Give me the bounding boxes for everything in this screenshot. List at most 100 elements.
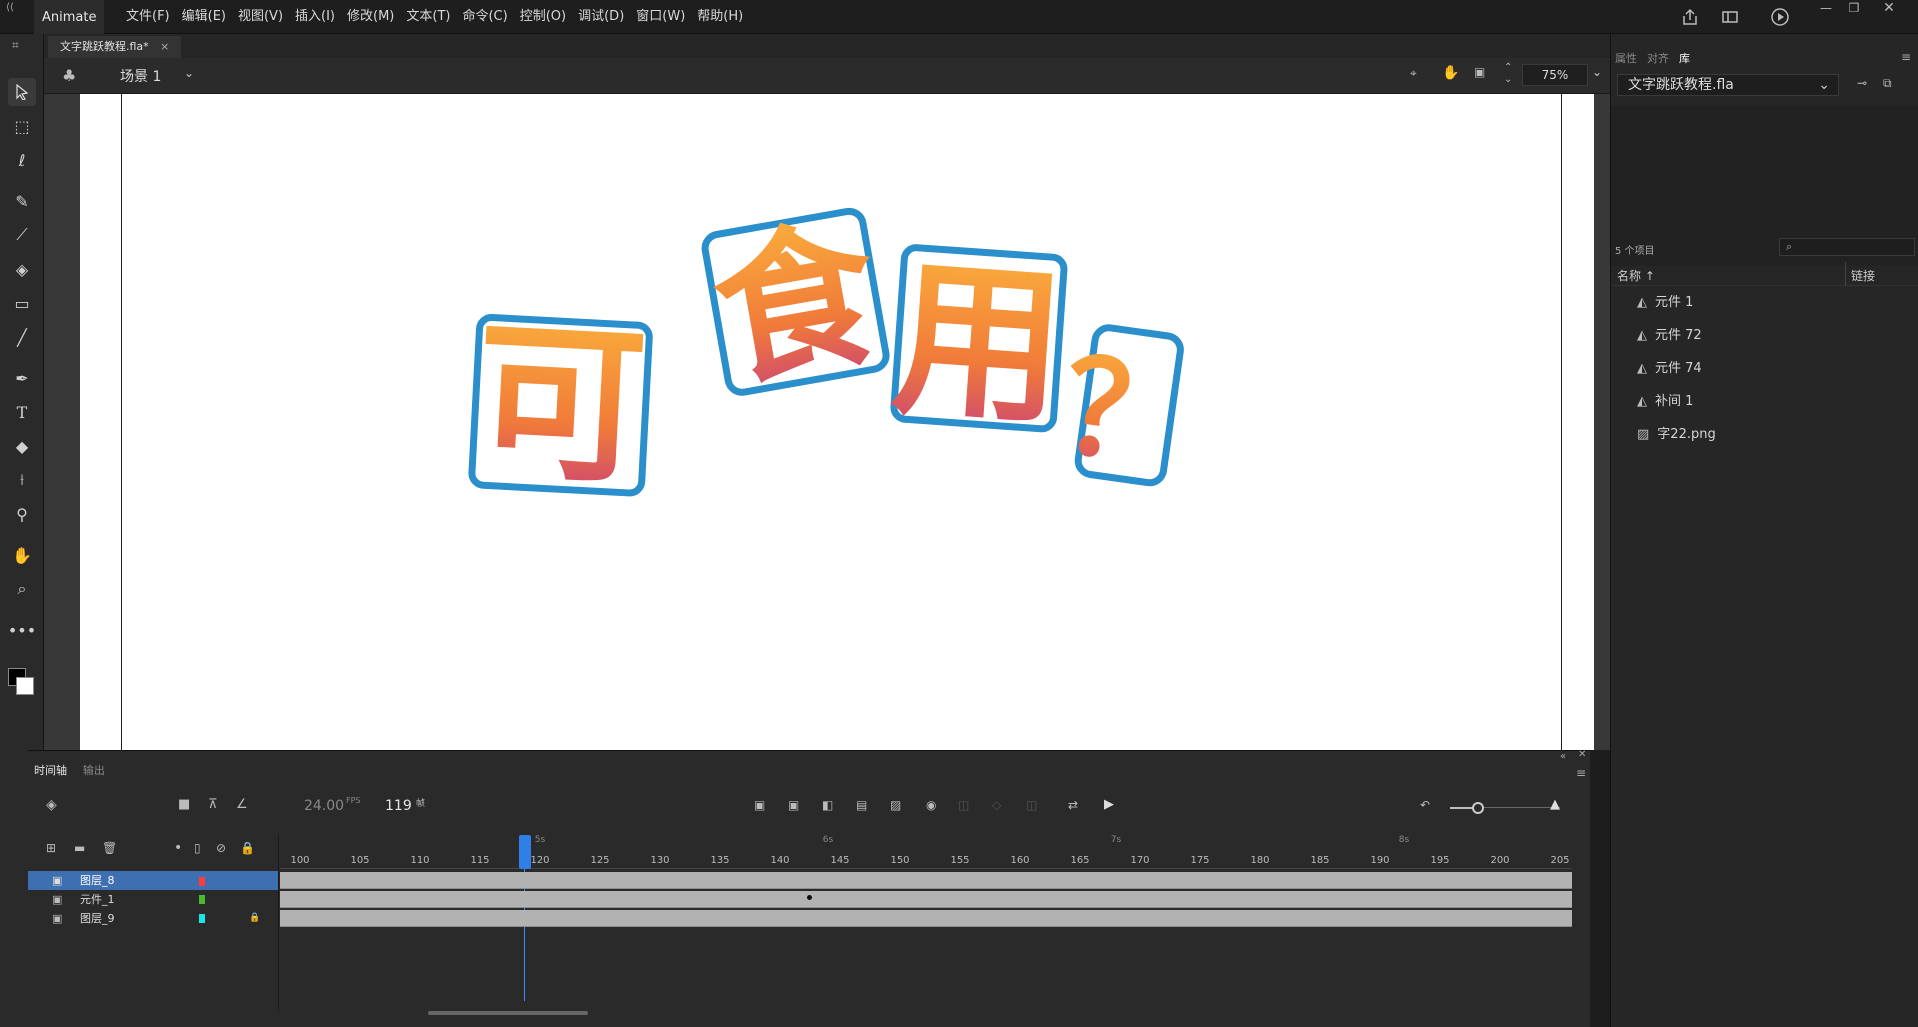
onion-skin-icon[interactable]: ◉: [926, 798, 936, 812]
visibility-icon[interactable]: ⊘: [216, 841, 226, 855]
pin-tool-icon[interactable]: ⚲: [8, 500, 36, 528]
snap-icon[interactable]: ⌖: [1410, 66, 1417, 81]
frames-row[interactable]: [280, 872, 1572, 889]
eraser-tool-icon[interactable]: ◈: [8, 255, 36, 283]
zoom-dropdown-icon[interactable]: ⌄: [1592, 65, 1602, 79]
library-item[interactable]: ◭ 元件 1: [1637, 288, 1693, 318]
camera-icon[interactable]: ■: [178, 797, 190, 812]
char-yong[interactable]: 用: [887, 240, 1070, 449]
menu-window[interactable]: 窗口(W): [630, 0, 691, 34]
close-panel-icon[interactable]: ✕: [1578, 749, 1586, 760]
library-file-select[interactable]: 文字跳跃教程.fla ⌄: [1617, 74, 1839, 96]
zoom-field[interactable]: 75%: [1522, 64, 1588, 86]
frame-ruler[interactable]: 100 105 110 115 120 125 130 135 140 145 …: [280, 835, 1572, 869]
insert-frame-icon[interactable]: ◧: [822, 798, 833, 812]
blank-keyframe-icon[interactable]: ▣: [788, 798, 799, 812]
menu-debug[interactable]: 调试(D): [572, 0, 630, 34]
layer-color-swatch[interactable]: [199, 895, 205, 904]
delete-layer-icon[interactable]: 🗑: [102, 841, 117, 855]
more-tools-icon[interactable]: •••: [8, 616, 36, 644]
fill-color-swatch[interactable]: [16, 677, 34, 695]
new-folder-icon[interactable]: ▬: [74, 841, 85, 855]
fps-value[interactable]: 24.00: [304, 798, 344, 814]
pen-tool-icon[interactable]: ✒: [8, 364, 36, 392]
menu-view[interactable]: 视图(V): [232, 0, 289, 34]
menu-modify[interactable]: 修改(M): [341, 0, 400, 34]
menu-edit[interactable]: 编辑(E): [176, 0, 232, 34]
stage[interactable]: 可 食 用 ？: [80, 94, 1594, 750]
layer-color-swatch[interactable]: [199, 914, 205, 923]
selection-tool-icon[interactable]: [8, 78, 36, 106]
layer-color-swatch[interactable]: [199, 877, 205, 886]
graph-icon[interactable]: ∠: [236, 797, 248, 812]
scene-label[interactable]: 场景 1: [120, 66, 161, 86]
scene-dropdown-icon[interactable]: ⌄: [184, 66, 194, 80]
layer-name[interactable]: 图层_9: [80, 909, 115, 928]
paint-brush-tool-icon[interactable]: ✎: [8, 187, 36, 215]
tab-align[interactable]: 对齐: [1647, 50, 1669, 66]
column-linkage[interactable]: 链接: [1851, 267, 1875, 284]
grid-icon[interactable]: ⌗: [12, 38, 32, 52]
menu-control[interactable]: 控制(O): [514, 0, 572, 34]
library-search-input[interactable]: ⌕: [1779, 238, 1915, 256]
undo-icon[interactable]: ↶: [1420, 798, 1430, 812]
free-transform-tool-icon[interactable]: ⬚: [8, 112, 36, 140]
panel-menu-icon[interactable]: ≡: [1901, 50, 1911, 64]
close-tab-icon[interactable]: ×: [160, 40, 169, 53]
pin-library-icon[interactable]: ⊸: [1857, 76, 1867, 90]
frames-row[interactable]: [280, 891, 1572, 908]
zoom-tool-icon[interactable]: ⌕: [8, 575, 36, 603]
library-item[interactable]: ◭ 元件 72: [1637, 321, 1702, 351]
test-movie-icon[interactable]: [1770, 7, 1790, 27]
close-window-button[interactable]: ✕: [1875, 0, 1903, 18]
clip-icon[interactable]: ▣: [1474, 65, 1485, 79]
library-item[interactable]: ▨ 字22.png: [1637, 420, 1716, 450]
collapse-panel-icon[interactable]: «: [1560, 751, 1566, 762]
tab-library[interactable]: 库: [1679, 50, 1690, 66]
panel-menu-icon[interactable]: ≡: [1576, 766, 1586, 780]
lasso-tool-icon[interactable]: ℓ: [8, 146, 36, 174]
edit-symbols-icon[interactable]: ♣: [62, 66, 80, 85]
column-name[interactable]: 名称 ↑: [1617, 267, 1655, 284]
document-tab[interactable]: 文字跳跃教程.fla* ×: [48, 36, 182, 58]
auto-keyframe-icon[interactable]: ▤: [856, 798, 867, 812]
restore-button[interactable]: ❐: [1840, 0, 1868, 18]
layer-lock-icon[interactable]: 🔒: [249, 909, 260, 928]
workspace-icon[interactable]: [1720, 7, 1740, 27]
text-tool-icon[interactable]: T: [8, 398, 36, 426]
char-ke[interactable]: 可: [468, 302, 653, 509]
layer-row[interactable]: ▣ 图层_8: [28, 871, 278, 890]
layers-icon[interactable]: ◈: [46, 797, 57, 813]
char-question[interactable]: ？: [1053, 323, 1204, 499]
tab-properties[interactable]: 属性: [1615, 50, 1637, 66]
clear-keyframe-icon[interactable]: ▨: [890, 798, 901, 812]
layer-name[interactable]: 图层_8: [80, 871, 115, 890]
outline-icon[interactable]: ▯: [194, 841, 201, 855]
layer-name[interactable]: 元件_1: [80, 890, 115, 909]
zoom-stepper-icon[interactable]: ⌃ ⌄: [1504, 62, 1512, 86]
layer-row[interactable]: ▣ 图层_9 🔒: [28, 909, 278, 928]
loop-icon[interactable]: ⇄: [1068, 798, 1078, 812]
keyframe-icon[interactable]: ▣: [754, 798, 765, 812]
layer-row[interactable]: ▣ 元件_1: [28, 890, 278, 909]
panel-arrows-icon[interactable]: ⟨⟨: [6, 2, 28, 16]
tab-timeline[interactable]: 时间轴: [28, 761, 73, 781]
brush-tool-icon[interactable]: ⟋: [8, 221, 36, 249]
paint-bucket-tool-icon[interactable]: ◆: [8, 432, 36, 460]
menu-help[interactable]: 帮助(H): [691, 0, 749, 34]
menu-commands[interactable]: 命令(C): [456, 0, 513, 34]
timeline-scrollbar[interactable]: [428, 1011, 588, 1015]
eyedropper-tool-icon[interactable]: ⟊: [8, 466, 36, 494]
share-icon[interactable]: [1680, 7, 1700, 27]
rotate-stage-icon[interactable]: ✋: [1442, 65, 1459, 81]
lock-icon[interactable]: 🔒: [240, 841, 255, 855]
playhead-handle[interactable]: [519, 835, 531, 869]
timeline-zoom-slider[interactable]: [1472, 802, 1484, 814]
library-item[interactable]: ◭ 元件 74: [1637, 354, 1702, 384]
minimize-button[interactable]: —: [1812, 0, 1840, 18]
fit-timeline-icon[interactable]: ▲: [1550, 797, 1560, 812]
highlight-icon[interactable]: •: [174, 840, 182, 856]
new-layer-icon[interactable]: ⊞: [46, 841, 56, 855]
rectangle-tool-icon[interactable]: ▭: [8, 289, 36, 317]
layer-parenting-icon[interactable]: ⊼: [208, 797, 218, 812]
